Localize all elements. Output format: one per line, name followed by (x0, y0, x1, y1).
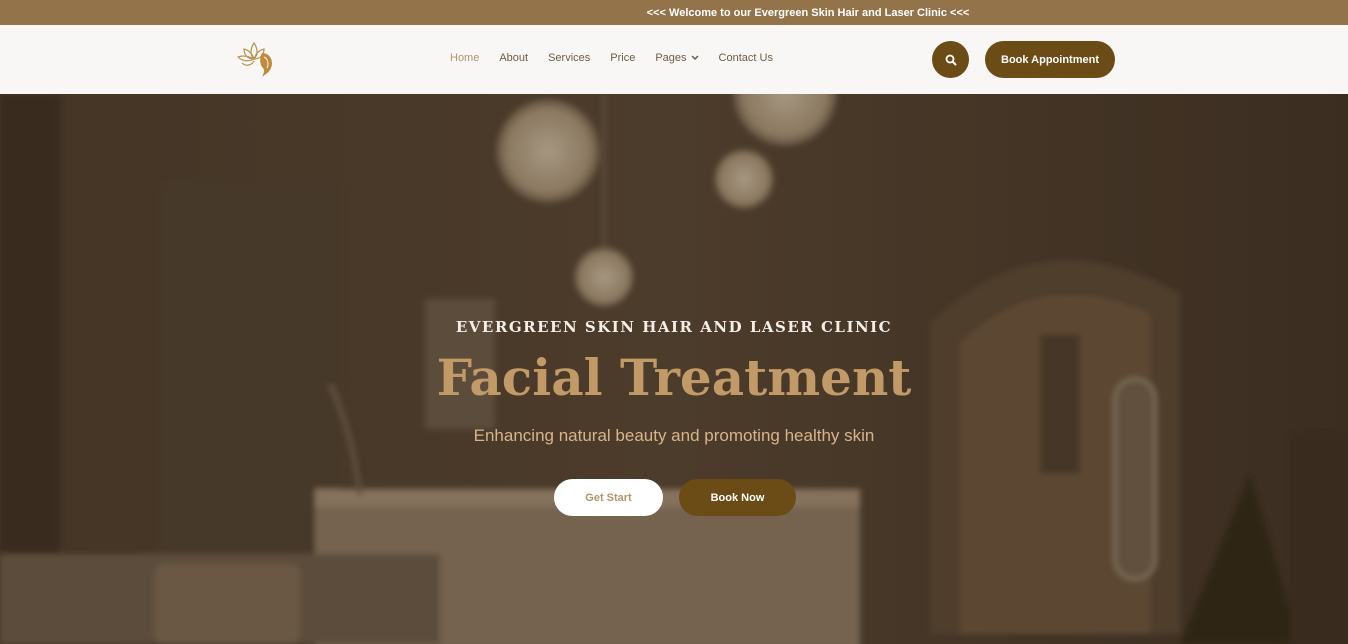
book-now-button[interactable]: Book Now (679, 479, 796, 516)
nav-pages[interactable]: Pages (655, 52, 699, 64)
hero-subtitle: Enhancing natural beauty and promoting h… (473, 426, 875, 445)
nav-about[interactable]: About (499, 52, 528, 64)
lotus-face-logo[interactable] (234, 37, 280, 83)
search-icon (945, 54, 956, 65)
hero-title: Facial Treatment (436, 348, 912, 407)
announcement-text: <<< Welcome to our Evergreen Skin Hair a… (646, 6, 970, 19)
get-start-button[interactable]: Get Start (554, 479, 663, 516)
chevron-down-icon (691, 55, 699, 61)
hero-kicker: EVERGREEN SKIN HAIR AND LASER CLINIC (455, 318, 893, 336)
nav-contact[interactable]: Contact Us (719, 52, 773, 64)
nav-services[interactable]: Services (548, 52, 590, 64)
search-button[interactable] (932, 41, 969, 78)
hero-section: EVERGREEN SKIN HAIR AND LASER CLINIC Fac… (0, 94, 1348, 644)
nav-pages-label: Pages (655, 52, 687, 64)
nav-home[interactable]: Home (450, 52, 479, 64)
announcement-bar: <<< Welcome to our Evergreen Skin Hair a… (0, 0, 1348, 25)
nav-price[interactable]: Price (610, 52, 635, 64)
book-appointment-button[interactable]: Book Appointment (985, 41, 1115, 78)
main-menu: Home About Services Price Pages Contact … (450, 52, 793, 64)
navbar: Home About Services Price Pages Contact … (0, 25, 1348, 94)
